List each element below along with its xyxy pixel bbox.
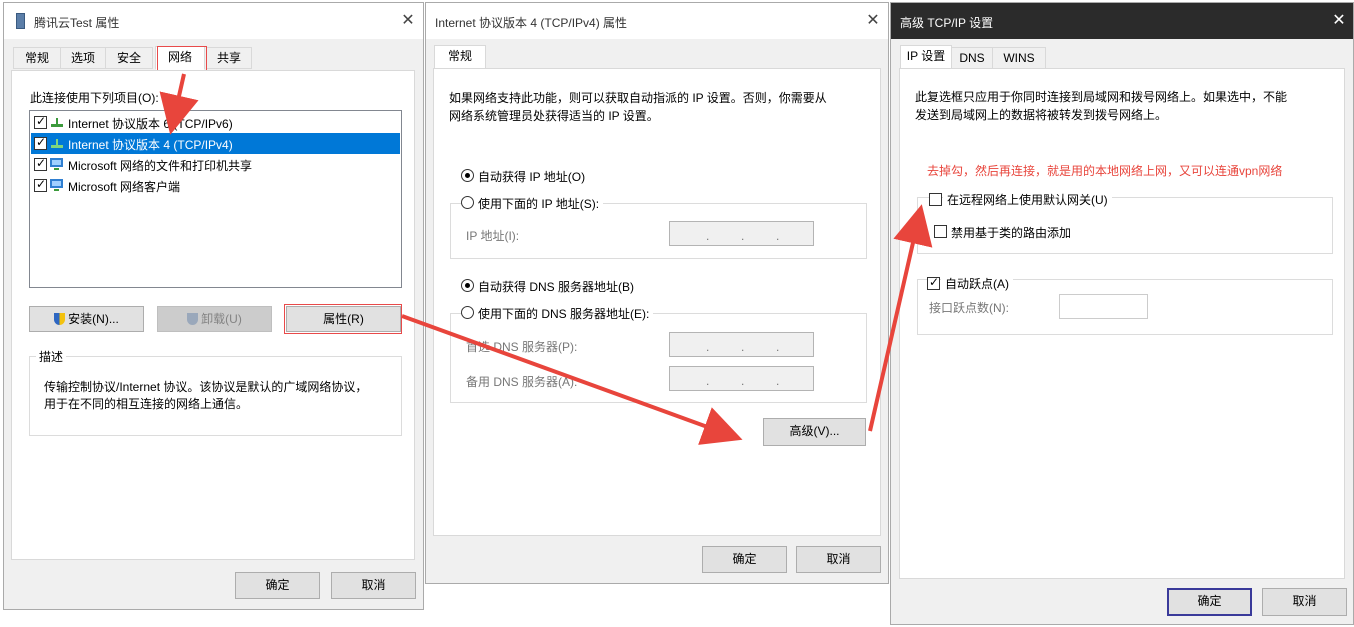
ok-button[interactable]: 确定	[235, 572, 320, 599]
intro-line-1: 如果网络支持此功能，则可以获取自动指派的 IP 设置。否则，你需要从	[449, 91, 827, 105]
tab-wins[interactable]: WINS	[992, 47, 1046, 69]
close-button[interactable]: ✕	[863, 11, 883, 31]
list-item-label: Microsoft 网络客户端	[68, 180, 181, 194]
connection-items-list[interactable]: Internet 协议版本 6 (TCP/IPv6) Internet 协议版本…	[29, 110, 402, 288]
title-bar: 高级 TCP/IP 设置 ✕	[891, 3, 1353, 39]
octet-separator: .	[741, 340, 745, 354]
octet-separator: .	[776, 340, 780, 354]
info-line-1: 此复选框只应用于你同时连接到局域网和拨号网络上。如果选中，不能	[915, 90, 1288, 104]
uninstall-label: 卸载(U)	[201, 312, 242, 326]
description-line-1: 传输控制协议/Internet 协议。该协议是默认的广域网络协议，	[44, 380, 368, 394]
advanced-tcpip-dialog: 高级 TCP/IP 设置 ✕ IP 设置 DNS WINS 此复选框只应用于你同…	[890, 2, 1354, 625]
network-properties-dialog: 腾讯云Test 属性 ✕ 常规 选项 安全 网络 共享 此连接使用下列项目(O)…	[3, 2, 424, 610]
list-item-ipv4[interactable]: Internet 协议版本 4 (TCP/IPv4)	[31, 133, 400, 154]
info-line-2: 发送到局域网上的数据将被转发到拨号网络上。	[915, 108, 1168, 122]
auto-dns-radio[interactable]	[461, 279, 474, 292]
list-item-file-sharing[interactable]: Microsoft 网络的文件和打印机共享	[31, 154, 400, 175]
tab-sharing[interactable]: 共享	[206, 47, 252, 69]
default-gateway-label: 在远程网络上使用默认网关(U)	[943, 191, 1112, 208]
client-checkbox[interactable]	[34, 177, 47, 192]
install-label: 安装(N)...	[68, 312, 119, 326]
shield-icon	[54, 313, 66, 325]
network-protocol-icon	[49, 136, 65, 150]
ipv4-checkbox[interactable]	[34, 135, 47, 150]
window-title: 高级 TCP/IP 设置	[900, 16, 994, 30]
disable-class-route-checkbox[interactable]	[934, 225, 947, 238]
install-button[interactable]: 安装(N)...	[29, 306, 144, 332]
highlight-box	[157, 46, 207, 72]
auto-dns-label: 自动获得 DNS 服务器地址(B)	[478, 280, 635, 294]
list-item-label: Internet 协议版本 6 (TCP/IPv6)	[68, 117, 233, 131]
octet-separator: .	[706, 229, 710, 243]
advanced-button[interactable]: 高级(V)...	[763, 418, 866, 446]
alternate-dns-field[interactable]: . . .	[669, 366, 814, 391]
manual-ip-radio[interactable]	[461, 196, 474, 209]
title-bar: Internet 协议版本 4 (TCP/IPv4) 属性 ✕	[426, 3, 888, 39]
tab-security[interactable]: 安全	[105, 47, 153, 69]
octet-separator: .	[706, 340, 710, 354]
tab-dns[interactable]: DNS	[951, 47, 993, 69]
network-adapter-icon	[16, 13, 25, 29]
preferred-dns-field[interactable]: . . .	[669, 332, 814, 357]
cancel-button[interactable]: 取消	[796, 546, 881, 573]
ok-button[interactable]: 确定	[1167, 588, 1252, 616]
networking-panel: 此连接使用下列项目(O): Internet 协议版本 6 (TCP/IPv6)…	[11, 70, 415, 560]
list-item-client[interactable]: Microsoft 网络客户端	[31, 175, 400, 196]
octet-separator: .	[741, 229, 745, 243]
general-panel: 如果网络支持此功能，则可以获取自动指派的 IP 设置。否则，你需要从 网络系统管…	[433, 68, 881, 536]
ipv4-properties-dialog: Internet 协议版本 4 (TCP/IPv4) 属性 ✕ 常规 如果网络支…	[425, 2, 889, 584]
connection-items-label: 此连接使用下列项目(O):	[30, 91, 159, 105]
auto-ip-label: 自动获得 IP 地址(O)	[478, 170, 586, 184]
list-item-ipv6[interactable]: Internet 协议版本 6 (TCP/IPv6)	[31, 112, 400, 133]
manual-ip-label: 使用下面的 IP 地址(S):	[474, 195, 604, 212]
auto-ip-radio[interactable]	[461, 169, 474, 182]
network-computer-icon	[49, 157, 65, 171]
auto-metric-label: 自动跃点(A)	[941, 275, 1013, 292]
octet-separator: .	[776, 374, 780, 388]
description-group: 描述 传输控制协议/Internet 协议。该协议是默认的广域网络协议， 用于在…	[29, 348, 402, 436]
uninstall-button[interactable]: 卸载(U)	[157, 306, 272, 332]
tab-ip-settings[interactable]: IP 设置	[900, 45, 952, 69]
annotation-text: 去掉勾，然后再连接，就是用的本地网络上网，又可以连通vpn网络	[927, 164, 1283, 178]
interface-metric-field[interactable]	[1059, 294, 1148, 319]
highlight-box	[284, 304, 402, 334]
window-title: 腾讯云Test 属性	[34, 16, 120, 30]
file-sharing-checkbox[interactable]	[34, 156, 47, 171]
auto-metric-checkbox[interactable]	[927, 275, 940, 290]
intro-line-2: 网络系统管理员处获得适当的 IP 设置。	[449, 109, 659, 123]
tab-general[interactable]: 常规	[434, 45, 486, 69]
window-title: Internet 协议版本 4 (TCP/IPv4) 属性	[435, 16, 628, 30]
octet-separator: .	[706, 374, 710, 388]
tab-options[interactable]: 选项	[60, 47, 106, 69]
default-gateway-checkbox[interactable]	[929, 193, 942, 206]
ok-button[interactable]: 确定	[702, 546, 787, 573]
interface-metric-label: 接口跃点数(N):	[929, 301, 1009, 315]
alternate-dns-label: 备用 DNS 服务器(A):	[466, 375, 578, 389]
list-item-label: Microsoft 网络的文件和打印机共享	[68, 159, 253, 173]
network-protocol-icon	[49, 115, 65, 129]
ip-address-label: IP 地址(I):	[466, 229, 520, 243]
manual-dns-label: 使用下面的 DNS 服务器地址(E):	[474, 305, 654, 322]
preferred-dns-label: 首选 DNS 服务器(P):	[466, 340, 578, 354]
shield-icon	[187, 313, 199, 325]
ipv6-checkbox[interactable]	[34, 114, 47, 129]
description-line-2: 用于在不同的相互连接的网络上通信。	[44, 397, 249, 411]
tab-general[interactable]: 常规	[13, 47, 61, 69]
cancel-button[interactable]: 取消	[1262, 588, 1347, 616]
cancel-button[interactable]: 取消	[331, 572, 416, 599]
octet-separator: .	[741, 374, 745, 388]
octet-separator: .	[776, 229, 780, 243]
disable-class-route-label: 禁用基于类的路由添加	[951, 226, 1072, 240]
title-bar: 腾讯云Test 属性 ✕	[4, 3, 423, 39]
manual-dns-radio[interactable]	[461, 306, 474, 319]
ip-address-field[interactable]: . . .	[669, 221, 814, 246]
network-computer-icon	[49, 178, 65, 192]
close-button[interactable]: ✕	[1329, 11, 1349, 31]
list-item-label: Internet 协议版本 4 (TCP/IPv4)	[68, 138, 233, 152]
description-title: 描述	[36, 348, 67, 365]
close-button[interactable]: ✕	[398, 11, 418, 31]
ip-settings-panel: 此复选框只应用于你同时连接到局域网和拨号网络上。如果选中，不能 发送到局域网上的…	[899, 68, 1345, 579]
